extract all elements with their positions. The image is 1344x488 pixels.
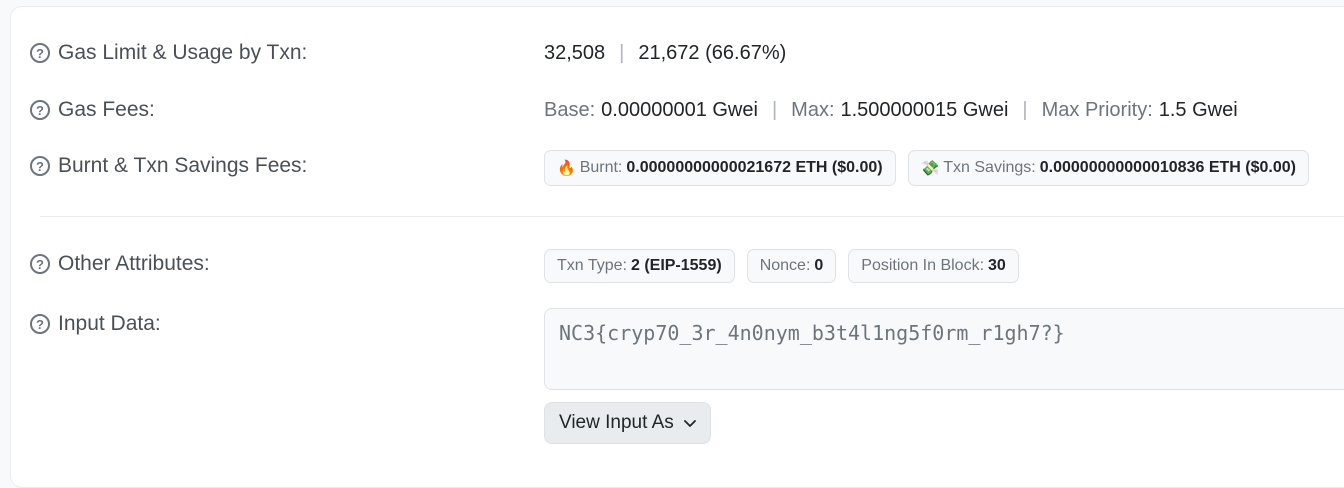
position-label: Position In Block: [861, 257, 985, 274]
burnt-badge: 🔥 Burnt: 0.00000000000021672 ETH ($0.00) [544, 150, 896, 186]
nonce-label: Nonce: [759, 257, 811, 274]
gas-limit-label-group: ? Gas Limit & Usage by Txn: [30, 41, 307, 65]
burnt-fees-label: Burnt & Txn Savings Fees: [58, 154, 308, 177]
view-input-as-label: View Input As [559, 412, 674, 433]
money-icon: 💸 [920, 160, 940, 177]
gas-limit-amount: 32,508 [544, 41, 606, 64]
max-fee-label: Max: [791, 98, 835, 121]
txn-savings-label: Txn Savings: [943, 159, 1036, 176]
other-attributes-label: Other Attributes: [58, 252, 210, 275]
txn-type-value: 2 (EIP-1559) [630, 257, 722, 274]
txn-savings-badge: 💸 Txn Savings: 0.00000000000010836 ETH (… [907, 150, 1309, 186]
max-priority-label: Max Priority: [1041, 98, 1153, 121]
gas-fees-label: Gas Fees: [58, 98, 155, 121]
max-fee-value: 1.500000015 Gwei [840, 98, 1009, 121]
chevron-down-icon [683, 412, 696, 434]
gas-usage-amount: 21,672 (66.67%) [638, 41, 787, 64]
position-badge: Position In Block: 30 [848, 249, 1019, 283]
fire-icon: 🔥 [557, 160, 576, 177]
gas-limit-row: ? Gas Limit & Usage by Txn: [30, 38, 307, 68]
base-fee-value: 0.00000001 Gwei [601, 98, 758, 121]
gas-fees-label-group: ? Gas Fees: [30, 98, 155, 122]
burnt-fees-row: ? Burnt & Txn Savings Fees: [30, 151, 307, 181]
input-data-label: Input Data: [58, 312, 161, 335]
view-input-as-button[interactable]: View Input As [544, 402, 711, 444]
burnt-fees-value: 🔥 Burnt: 0.00000000000021672 ETH ($0.00)… [544, 150, 1321, 186]
separator: | [619, 41, 625, 64]
separator: | [771, 98, 778, 121]
gas-fees-value: Base: 0.00000001 Gwei | Max: 1.500000015… [544, 95, 1238, 125]
input-data-row: ? Input Data: [30, 309, 161, 339]
burnt-value: 0.00000000000021672 ETH ($0.00) [626, 159, 883, 176]
gas-limit-value: 32,508 | 21,672 (66.67%) [544, 38, 786, 68]
max-priority-value: 1.5 Gwei [1158, 98, 1238, 121]
gas-limit-label: Gas Limit & Usage by Txn: [58, 41, 308, 64]
other-attributes-row: ? Other Attributes: [30, 249, 210, 279]
input-data-field[interactable]: NC3{cryp70_3r_4n0nym_b3t4l1ng5f0rm_r1gh7… [544, 308, 1344, 390]
gas-fees-row: ? Gas Fees: [30, 95, 155, 125]
separator: | [1022, 98, 1028, 121]
nonce-badge: Nonce: 0 [746, 249, 837, 283]
divider [40, 216, 1344, 217]
txn-savings-value: 0.00000000000010836 ETH ($0.00) [1039, 159, 1296, 176]
nonce-value: 0 [814, 257, 824, 274]
position-value: 30 [988, 257, 1006, 274]
txn-type-label: Txn Type: [557, 257, 627, 274]
burnt-label: Burnt: [579, 159, 623, 176]
help-icon[interactable]: ? [30, 100, 50, 120]
other-attributes-label-group: ? Other Attributes: [30, 252, 210, 276]
help-icon[interactable]: ? [30, 156, 50, 176]
input-data-label-group: ? Input Data: [30, 312, 161, 336]
help-icon[interactable]: ? [30, 314, 50, 334]
txn-type-badge: Txn Type: 2 (EIP-1559) [544, 249, 735, 283]
help-icon[interactable]: ? [30, 43, 50, 63]
help-icon[interactable]: ? [30, 254, 50, 274]
other-attributes-value: Txn Type: 2 (EIP-1559) Nonce: 0 Position… [544, 249, 1031, 283]
input-data-text: NC3{cryp70_3r_4n0nym_b3t4l1ng5f0rm_r1gh7… [559, 321, 1065, 345]
base-fee-label: Base: [544, 98, 596, 121]
burnt-fees-label-group: ? Burnt & Txn Savings Fees: [30, 154, 307, 178]
